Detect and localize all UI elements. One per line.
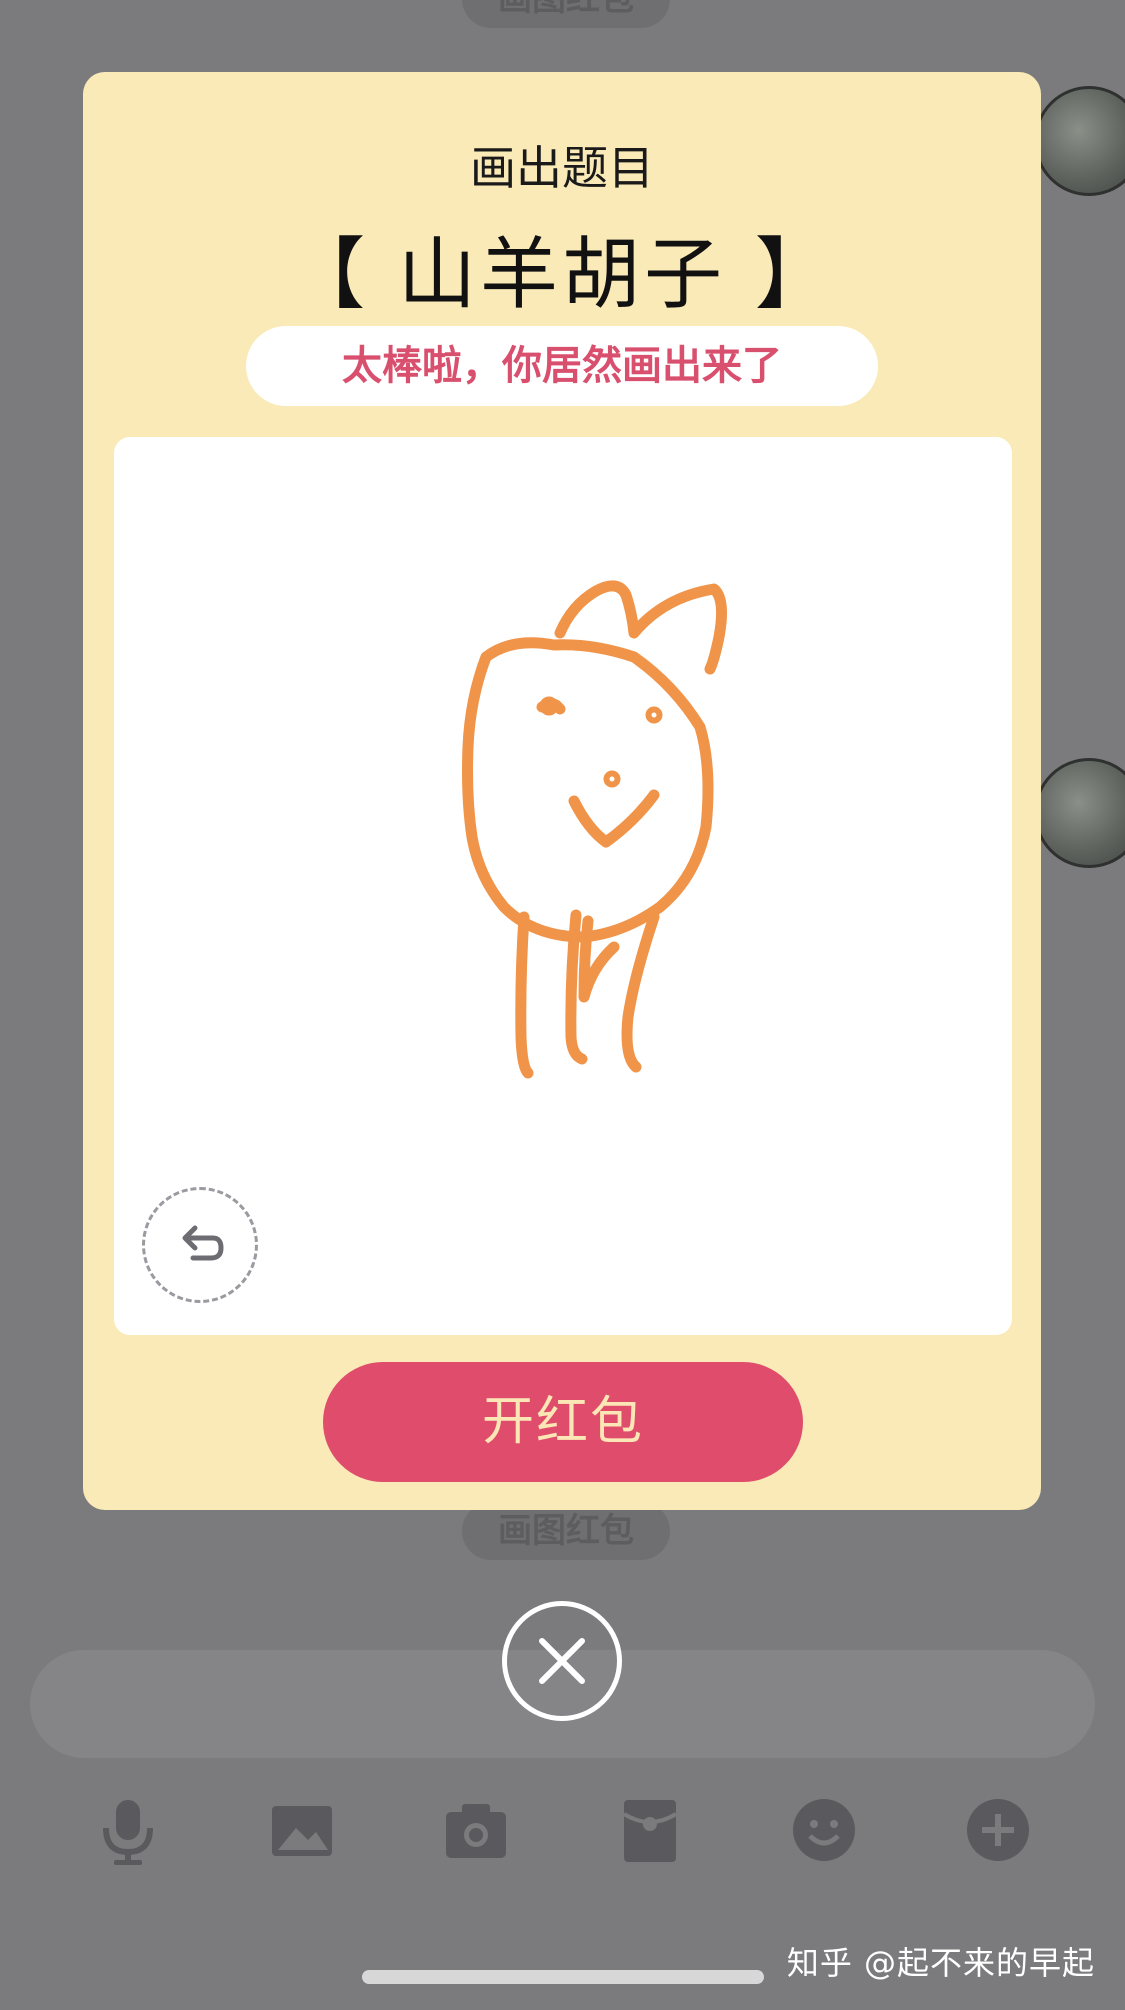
microphone-icon[interactable] bbox=[88, 1790, 168, 1870]
chat-toolbar bbox=[0, 1790, 1125, 1870]
open-red-packet-button[interactable]: 开红包 bbox=[323, 1362, 803, 1482]
red-packet-icon[interactable] bbox=[610, 1790, 690, 1870]
watermark: 知乎 @起不来的早起 bbox=[786, 1944, 1095, 1982]
image-icon[interactable] bbox=[262, 1790, 342, 1870]
undo-button[interactable] bbox=[142, 1187, 258, 1303]
background-red-packet-pill: 画图红包 bbox=[462, 0, 670, 28]
avatar bbox=[1034, 86, 1125, 196]
avatar bbox=[1034, 758, 1125, 868]
card-title: 画出题目 bbox=[470, 141, 654, 195]
plus-icon[interactable] bbox=[958, 1790, 1038, 1870]
goatee-drawing bbox=[462, 580, 728, 1079]
drawing-red-packet-card: 画出题目 【 山羊胡子 】 太棒啦，你居然画出来了 开红包 bbox=[83, 72, 1041, 1510]
emoji-icon[interactable] bbox=[784, 1790, 864, 1870]
praise-message: 太棒啦，你居然画出来了 bbox=[246, 326, 878, 406]
close-icon bbox=[539, 1638, 585, 1684]
background-red-packet-pill: 画图红包 bbox=[462, 1502, 670, 1560]
close-button[interactable] bbox=[502, 1601, 622, 1721]
screen: 画图红包 画图红包 bbox=[0, 0, 1125, 2010]
drawing-subject: 【 山羊胡子 】 bbox=[287, 230, 837, 320]
undo-icon bbox=[182, 1225, 224, 1261]
camera-icon[interactable] bbox=[436, 1790, 516, 1870]
home-indicator[interactable] bbox=[362, 1970, 764, 1984]
drawing-canvas[interactable] bbox=[114, 437, 1012, 1335]
